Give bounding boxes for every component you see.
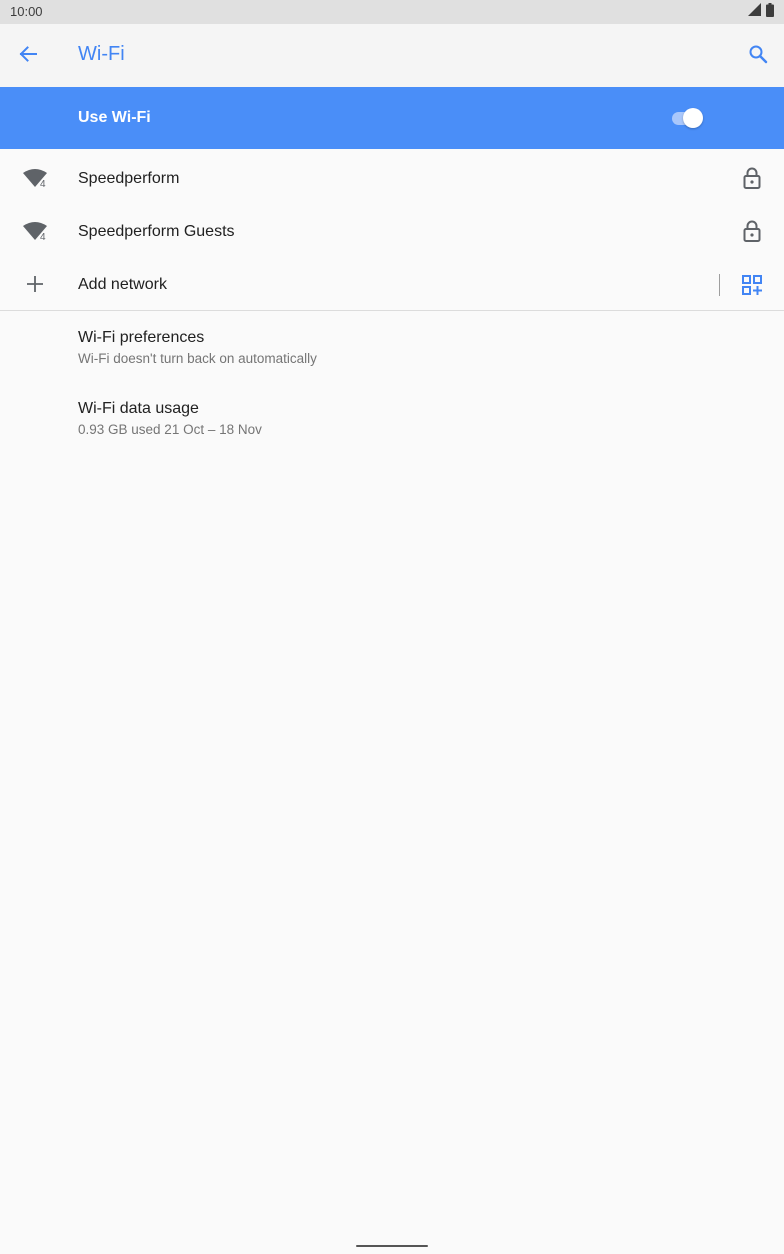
vertical-divider xyxy=(719,274,720,296)
pref-title: Wi-Fi preferences xyxy=(78,329,205,346)
use-wifi-switch-bar[interactable]: Use Wi-Fi xyxy=(0,87,784,149)
toggle-thumb xyxy=(683,108,703,128)
wifi-badge: 4 xyxy=(40,179,46,189)
signal-icon xyxy=(748,3,762,21)
status-icons xyxy=(748,2,774,22)
network-item-speedperform-guests[interactable]: 4 Speedperform Guests xyxy=(0,205,784,258)
section-divider xyxy=(0,310,784,311)
search-icon xyxy=(748,44,768,69)
arrow-back-icon xyxy=(19,45,37,68)
status-bar: 10:00 xyxy=(0,0,784,24)
wifi-badge: 4 xyxy=(40,232,46,242)
wifi-data-usage-item[interactable]: Wi-Fi data usage 0.93 GB used 21 Oct – 1… xyxy=(0,400,784,470)
network-name: Speedperform xyxy=(78,170,180,187)
pref-summary: 0.93 GB used 21 Oct – 18 Nov xyxy=(78,422,262,437)
navigation-handle[interactable] xyxy=(356,1245,428,1247)
pref-title: Wi-Fi data usage xyxy=(78,400,199,417)
page-title: Wi-Fi xyxy=(78,43,125,65)
lock-icon xyxy=(742,167,762,189)
search-button[interactable] xyxy=(742,40,774,72)
qr-code-scanner-icon[interactable] xyxy=(740,273,764,297)
status-time: 10:00 xyxy=(10,4,43,19)
pref-summary: Wi-Fi doesn't turn back on automatically xyxy=(78,351,317,366)
wifi-signal-icon: 4 xyxy=(22,167,50,190)
wifi-toggle[interactable] xyxy=(672,107,706,129)
wifi-signal-icon: 4 xyxy=(22,220,50,243)
wifi-preferences-item[interactable]: Wi-Fi preferences Wi-Fi doesn't turn bac… xyxy=(0,329,784,399)
lock-icon xyxy=(742,220,762,242)
add-network-item[interactable]: Add network xyxy=(0,258,784,311)
battery-icon xyxy=(766,2,774,22)
back-button[interactable] xyxy=(12,40,44,72)
network-item-speedperform[interactable]: 4 Speedperform xyxy=(0,152,784,205)
use-wifi-label: Use Wi-Fi xyxy=(78,109,151,126)
plus-icon xyxy=(22,273,50,295)
app-bar: Wi-Fi xyxy=(0,24,784,87)
add-network-label: Add network xyxy=(78,276,167,293)
network-name: Speedperform Guests xyxy=(78,223,235,240)
